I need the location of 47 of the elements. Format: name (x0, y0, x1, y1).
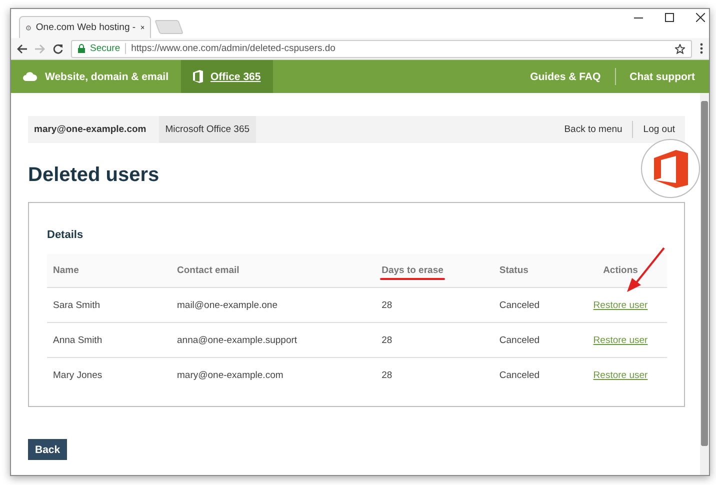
reload-icon[interactable] (53, 44, 63, 54)
star-icon[interactable] (675, 44, 685, 54)
office-icon (192, 70, 203, 83)
name-cell: Sara Smith (53, 300, 100, 310)
days-cell: 28 (382, 370, 392, 380)
column-header: Status (499, 265, 528, 276)
back-arrow-icon[interactable] (17, 44, 27, 54)
column-header: Actions (603, 265, 638, 276)
scrollbar[interactable] (700, 93, 709, 475)
restore-user-link[interactable]: Restore user (593, 370, 648, 380)
address-bar[interactable]: Secure https://www.one.com/admin/deleted-cspusers.do (71, 40, 692, 58)
nav-item[interactable]: Office 365 (180, 60, 273, 93)
back-button[interactable]: Back (28, 439, 68, 460)
section-title: Details (47, 229, 84, 243)
status-cell: Canceled (499, 370, 540, 380)
menu-icon[interactable] (700, 43, 703, 54)
restore-user-link[interactable]: Restore user (593, 300, 648, 310)
days-cell: 28 (382, 300, 392, 310)
account-link[interactable]: Back to menu (554, 116, 632, 143)
email-cell: anna@one-example.support (177, 334, 298, 346)
nav-link[interactable]: Guides & FAQ (516, 60, 615, 93)
globe-icon (26, 22, 31, 32)
email-cell: mary@one-example.com (177, 370, 284, 380)
cloud-icon (23, 72, 37, 81)
account-link[interactable]: Log out (633, 116, 685, 143)
status-cell: Canceled (499, 300, 540, 310)
product-tab[interactable]: Microsoft Office 365 (159, 116, 256, 143)
column-header: Name (53, 265, 79, 276)
page-title: Deleted users (28, 163, 160, 187)
url-text: https://www.one.com/admin/deleted-cspusers.do (131, 43, 336, 54)
name-cell: Anna Smith (53, 334, 102, 346)
column-header: Days to erase (382, 265, 444, 276)
restore-user-link[interactable]: Restore user (593, 334, 648, 346)
status-cell: Canceled (499, 334, 540, 346)
days-cell: 28 (382, 334, 392, 346)
name-cell: Mary Jones (53, 370, 102, 380)
security-label: Secure (90, 43, 120, 54)
email-cell: mail@one-example.one (177, 300, 278, 310)
nav-item[interactable]: Website, domain & email (11, 60, 181, 93)
column-header: Contact email (177, 265, 240, 276)
close-icon[interactable] (696, 13, 705, 22)
lock-icon (78, 44, 85, 53)
browser-tab[interactable]: One.com Web hosting - (19, 16, 151, 38)
maximize-icon[interactable] (665, 13, 674, 22)
close-icon[interactable] (140, 24, 144, 31)
account-email: mary@one-example.com (33, 123, 148, 137)
nav-link[interactable]: Chat support (616, 60, 709, 93)
